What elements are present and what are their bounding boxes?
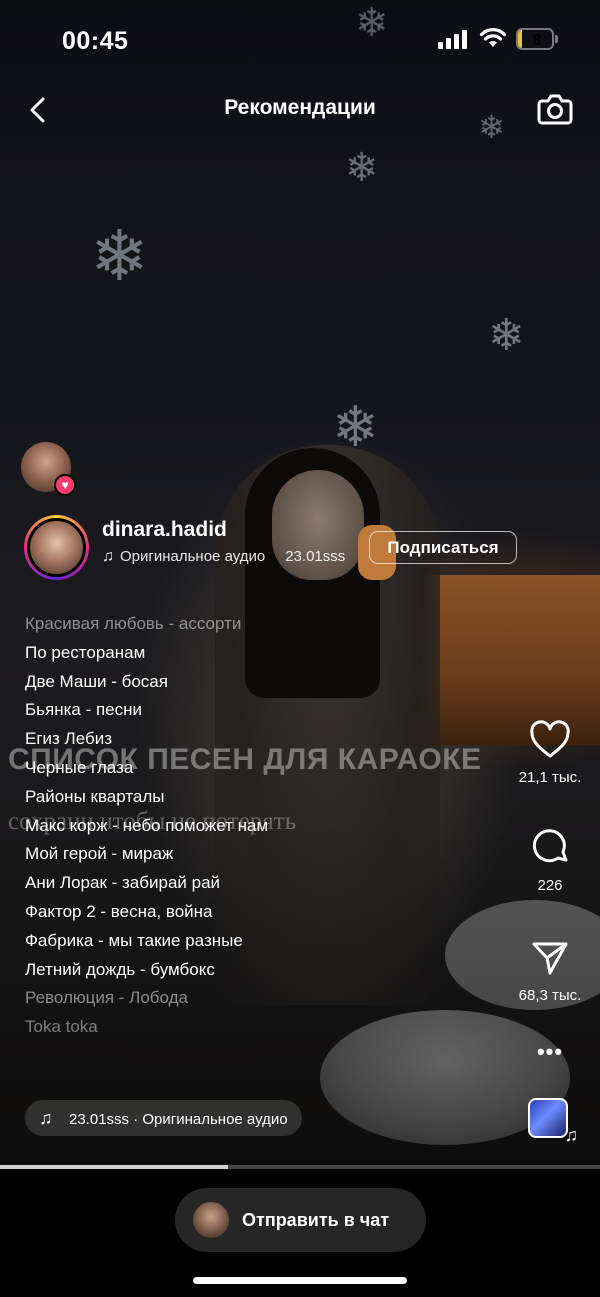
caption-line: Toka toka (25, 1017, 98, 1037)
comment-action[interactable]: 226 (505, 824, 595, 894)
send-to-chat-label: Отправить в чат (242, 1210, 390, 1230)
battery-level: 8 (532, 32, 542, 49)
caption-line: Фактор 2 - весна, война (25, 901, 213, 921)
send-icon[interactable] (528, 938, 572, 978)
audio-author: 23.01sss (285, 548, 346, 565)
caption-line: Бьянка - песни (25, 700, 143, 720)
username[interactable]: dinara.hadid (102, 518, 227, 542)
follow-button[interactable]: Подписаться (369, 531, 517, 564)
like-action[interactable]: 21,1 тыс. (505, 720, 595, 786)
caption-line: Мой герой - мираж (25, 844, 174, 864)
page-title: Рекомендации (224, 96, 376, 119)
caption-line: Ани Лорак - забирай рай (25, 873, 221, 893)
caption-line: Красивая любовь - ассорти (25, 614, 242, 633)
comment-count: 226 (537, 877, 563, 894)
like-count: 21,1 тыс. (518, 769, 582, 786)
audio-pill-label: 23.01sss · Оригинальное аудио (69, 1111, 288, 1128)
comment-icon[interactable] (528, 824, 572, 868)
share-count: 68,3 тыс. (518, 987, 582, 1004)
caption[interactable]: Красивая любовь - ассорти По ресторанам … (25, 610, 355, 1042)
caption-line: Две Маши - босая (25, 671, 168, 691)
home-indicator[interactable] (193, 1277, 407, 1284)
caption-line: Районы кварталы (25, 786, 165, 806)
more-options-icon[interactable]: ••• (535, 1040, 565, 1064)
caption-line: По ресторанам (25, 642, 146, 662)
audio-info[interactable]: ♫ Оригинальное аудио 23.01sss (102, 548, 352, 566)
music-note-icon: ♫ (39, 1108, 53, 1128)
wifi-icon (479, 28, 507, 47)
camera-icon[interactable] (534, 88, 576, 130)
profile-avatar[interactable] (24, 515, 89, 580)
heart-icon[interactable] (528, 720, 572, 760)
caption-line: Летний дождь - бумбокс (25, 959, 215, 979)
avatar (193, 1202, 229, 1238)
status-bar: 00:45 8 (0, 0, 600, 80)
audio-label: Оригинальное аудио (120, 548, 266, 565)
audio-pill[interactable]: ♫ 23.01sss · Оригинальное аудио (25, 1100, 302, 1136)
caption-line: Егиз Лебиз (25, 729, 113, 749)
heart-icon: ♥ (54, 474, 76, 496)
send-to-chat-button[interactable]: Отправить в чат (175, 1188, 426, 1252)
music-note-icon: ♫ (102, 548, 114, 565)
cellular-signal-icon (438, 29, 470, 49)
caption-line: Черные глаза (25, 757, 134, 777)
caption-line: Фабрика - мы такие разные (25, 930, 243, 950)
caption-line: Революция - Лобода (25, 988, 188, 1008)
caption-line: Макс корж - небо поможет нам (25, 815, 269, 835)
music-note-icon: ♫ (564, 1125, 579, 1145)
audio-thumbnail[interactable]: ♫ (528, 1098, 578, 1145)
battery-icon: 8 (516, 28, 558, 50)
share-action[interactable]: 68,3 тыс. (505, 938, 595, 1004)
status-time: 00:45 (62, 27, 129, 55)
